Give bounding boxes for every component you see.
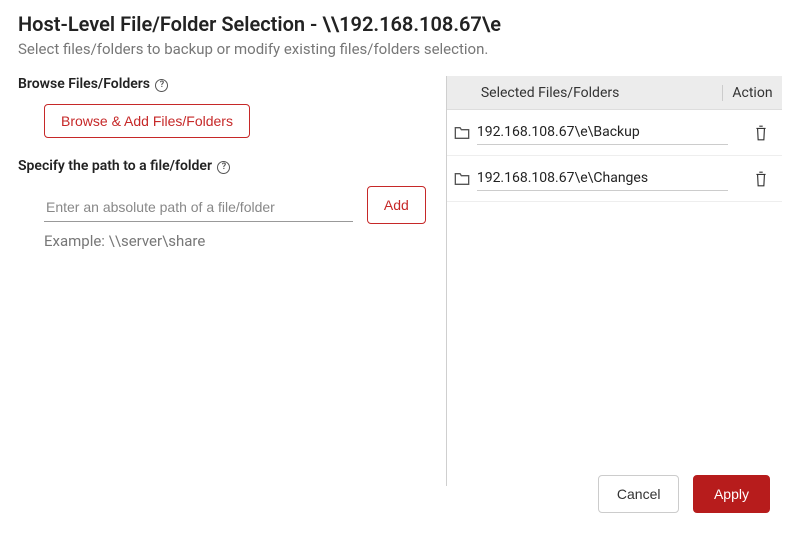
help-icon[interactable] xyxy=(155,79,168,92)
main-content: Browse Files/Folders Browse & Add Files/… xyxy=(18,76,782,486)
example-text: Example: \\server\share xyxy=(44,232,426,250)
browse-label: Browse Files/Folders xyxy=(18,76,426,92)
apply-button[interactable]: Apply xyxy=(693,475,770,513)
left-column: Browse Files/Folders Browse & Add Files/… xyxy=(18,76,446,486)
specify-label: Specify the path to a file/folder xyxy=(18,158,426,174)
page-title: Host-Level File/Folder Selection - \\192… xyxy=(18,12,782,36)
browse-add-button[interactable]: Browse & Add Files/Folders xyxy=(44,104,250,138)
delete-icon[interactable] xyxy=(740,125,782,145)
specify-row: Add xyxy=(18,186,426,222)
cancel-button[interactable]: Cancel xyxy=(598,475,680,513)
footer: Cancel Apply xyxy=(598,475,770,513)
help-icon[interactable] xyxy=(217,161,230,174)
add-button[interactable]: Add xyxy=(367,186,426,224)
page-subtitle: Select files/folders to backup or modify… xyxy=(18,40,782,58)
specify-label-text: Specify the path to a file/folder xyxy=(18,158,215,174)
table-row: 192.168.108.67\e\Backup xyxy=(447,110,782,156)
col-header-action: Action xyxy=(722,85,782,101)
right-column: Selected Files/Folders Action 192.168.10… xyxy=(446,76,782,486)
table-header: Selected Files/Folders Action xyxy=(447,76,782,110)
row-path: 192.168.108.67\e\Backup xyxy=(477,124,728,145)
browse-label-text: Browse Files/Folders xyxy=(18,76,153,92)
col-header-path: Selected Files/Folders xyxy=(447,85,722,101)
table-row: 192.168.108.67\e\Changes xyxy=(447,156,782,202)
folder-icon xyxy=(447,172,477,190)
row-path: 192.168.108.67\e\Changes xyxy=(477,170,728,191)
folder-icon xyxy=(447,126,477,144)
delete-icon[interactable] xyxy=(740,171,782,191)
path-input[interactable] xyxy=(44,193,353,222)
